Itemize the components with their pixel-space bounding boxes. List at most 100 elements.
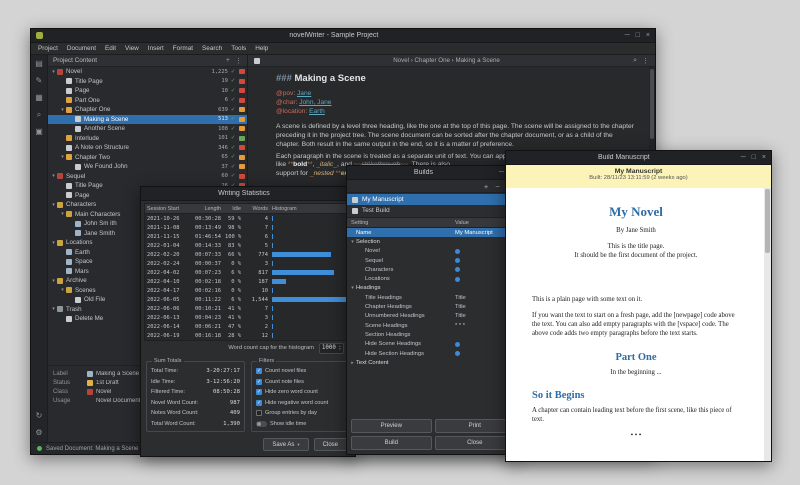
minimize-icon[interactable]: ─ — [625, 32, 630, 39]
close-button[interactable]: Close — [314, 438, 347, 451]
expand-arrow-icon[interactable]: ▾ — [59, 154, 66, 160]
expand-arrow-icon[interactable]: ▾ — [59, 211, 66, 217]
session-row[interactable]: 2021-11-0800:13:4998 %7 — [145, 223, 351, 232]
print-button[interactable]: Print — [435, 419, 516, 433]
build-setting-row[interactable]: NameMy Manuscript — [347, 228, 519, 237]
remove-build-icon[interactable]: − — [495, 182, 499, 191]
expand-arrow-icon[interactable]: ▾ — [50, 173, 57, 179]
build-setting-row[interactable]: Novel — [347, 247, 519, 256]
minimize-icon[interactable]: ─ — [741, 154, 746, 161]
preview-button[interactable]: Preview — [351, 419, 432, 433]
build-list-item[interactable]: My Manuscript — [347, 194, 519, 205]
sync-icon[interactable]: ↻ — [36, 412, 43, 420]
filter-row[interactable]: ✓Hide zero word count — [256, 387, 345, 398]
stats-titlebar[interactable]: Writing Statistics × — [141, 187, 355, 201]
tree-item[interactable]: A Note on Structure346✓ — [48, 143, 247, 153]
build-setting-row[interactable]: Sequel — [347, 256, 519, 265]
build-setting-row[interactable]: Locations — [347, 274, 519, 283]
session-row[interactable]: 2022-01-0400:14:3383 %5 — [145, 241, 351, 250]
minimize-icon[interactable]: ─ — [499, 169, 504, 176]
build-setting-row[interactable]: ▾Headings — [347, 284, 519, 293]
tree-item[interactable]: ▾Chapter Two65✓ — [48, 153, 247, 163]
menu-tools[interactable]: Tools — [231, 45, 246, 52]
toggle-switch[interactable] — [256, 421, 267, 427]
search-icon[interactable]: ⌕ — [37, 111, 41, 119]
session-row[interactable]: 2022-06-1300:04:2341 %3 — [145, 313, 351, 322]
build-manuscript-titlebar[interactable]: Build Manuscript ─ □ × — [506, 151, 771, 165]
main-titlebar[interactable]: novelWriter - Sample Project ─ □ × — [31, 29, 655, 43]
build-button[interactable]: Build — [351, 436, 432, 450]
maximize-icon[interactable]: □ — [636, 32, 640, 39]
checkbox[interactable] — [256, 410, 262, 416]
expand-arrow-icon[interactable]: ▾ — [50, 278, 57, 284]
kebab-menu-icon[interactable]: ⋮ — [235, 57, 242, 65]
builds-titlebar[interactable]: Builds ─ × — [347, 166, 519, 180]
tag-link[interactable]: John, Jane — [299, 99, 331, 106]
scrollbar-thumb[interactable] — [650, 69, 654, 139]
menu-view[interactable]: View — [125, 45, 139, 52]
tag-link[interactable]: Jane — [297, 90, 311, 97]
expand-arrow-icon[interactable]: ▾ — [50, 306, 57, 312]
settings-icon[interactable]: ⚙ — [35, 429, 42, 437]
session-row[interactable]: 2022-06-1400:06:2147 %2 — [145, 322, 351, 331]
column-header[interactable]: Idle — [223, 206, 243, 212]
search-icon[interactable]: ⌕ — [633, 57, 637, 65]
filter-row[interactable]: Show idle time — [256, 419, 345, 430]
session-row[interactable]: 2022-06-0500:11:226 %1,544 — [145, 295, 351, 304]
tree-item[interactable]: ▾Sequel60✓ — [48, 172, 247, 182]
checkbox[interactable]: ✓ — [256, 400, 262, 406]
menu-format[interactable]: Format — [173, 45, 193, 52]
build-setting-row[interactable]: Title HeadingsTitle — [347, 293, 519, 302]
scrollbar-thumb[interactable] — [765, 189, 770, 253]
build-setting-row[interactable]: Hide Scene Headings — [347, 340, 519, 349]
filter-row[interactable]: ✓Hide negative word count — [256, 398, 345, 409]
column-header[interactable]: Histogram — [270, 206, 351, 212]
filter-row[interactable]: ✓Count novel files — [256, 366, 345, 377]
column-header[interactable]: Length — [193, 206, 223, 212]
session-row[interactable]: 2022-02-2000:07:3366 %774 — [145, 250, 351, 259]
outline-icon[interactable]: ▦ — [35, 94, 43, 102]
checkbox[interactable]: ✓ — [256, 379, 262, 385]
project-tree-icon[interactable]: ▤ — [35, 60, 43, 68]
tree-item[interactable]: Page10✓ — [48, 86, 247, 96]
session-row[interactable]: 2022-02-2400:00:370 %3 — [145, 259, 351, 268]
save-as-button[interactable]: Save As▾ — [263, 438, 308, 451]
menu-document[interactable]: Document — [67, 45, 96, 52]
close-icon[interactable]: × — [762, 154, 766, 161]
session-row[interactable]: 2022-06-0600:10:2141 %7 — [145, 304, 351, 313]
session-row[interactable]: 2021-10-2600:30:2859 %4 — [145, 214, 351, 223]
tree-item[interactable]: Another Scene108✓ — [48, 124, 247, 134]
checkbox[interactable]: ✓ — [256, 368, 262, 374]
expand-arrow-icon[interactable]: ▾ — [50, 202, 57, 208]
build-setting-row[interactable]: Scene Headings* * * — [347, 321, 519, 330]
tree-item[interactable]: Making a Scene513✓ — [48, 115, 247, 125]
histogram-cap-input[interactable]: 1000 ▴▾ — [319, 343, 344, 354]
menu-project[interactable]: Project — [38, 45, 58, 52]
expand-arrow-icon[interactable]: ▾ — [50, 69, 57, 75]
filter-row[interactable]: Group entries by day — [256, 408, 345, 419]
tree-item[interactable]: ▾Chapter One639✓ — [48, 105, 247, 115]
build-setting-row[interactable]: Unnumbered HeadingsTitle — [347, 312, 519, 321]
preview-scrollbar[interactable] — [764, 188, 771, 461]
close-button[interactable]: Close — [435, 436, 516, 450]
tree-item[interactable]: Interlude101✓ — [48, 134, 247, 144]
menu-edit[interactable]: Edit — [105, 45, 116, 52]
add-build-icon[interactable]: + — [484, 182, 488, 191]
close-icon[interactable]: × — [646, 32, 650, 39]
menu-help[interactable]: Help — [255, 45, 268, 52]
maximize-icon[interactable]: □ — [752, 154, 756, 161]
build-setting-row[interactable]: Chapter HeadingsTitle — [347, 302, 519, 311]
session-row[interactable]: 2022-04-1700:02:160 %10 — [145, 286, 351, 295]
column-header[interactable]: Session Start — [145, 206, 193, 212]
tree-item[interactable]: Part One6✓ — [48, 96, 247, 106]
column-header[interactable]: Words — [243, 206, 270, 212]
tree-item[interactable]: We Found John37✓ — [48, 162, 247, 172]
session-row[interactable]: 2021-11-1501:46:54100 %6 — [145, 232, 351, 241]
build-setting-row[interactable]: ▾Selection — [347, 237, 519, 246]
tag-link[interactable]: Earth — [309, 108, 325, 115]
expand-arrow-icon[interactable]: ▾ — [349, 285, 356, 291]
tree-item[interactable]: ▾Novel1,225✓ — [48, 67, 247, 77]
session-row[interactable]: 2022-06-1900:16:1828 %12 — [145, 331, 351, 340]
expand-arrow-icon[interactable]: ▾ — [59, 287, 66, 293]
filter-row[interactable]: ✓Count note files — [256, 377, 345, 388]
